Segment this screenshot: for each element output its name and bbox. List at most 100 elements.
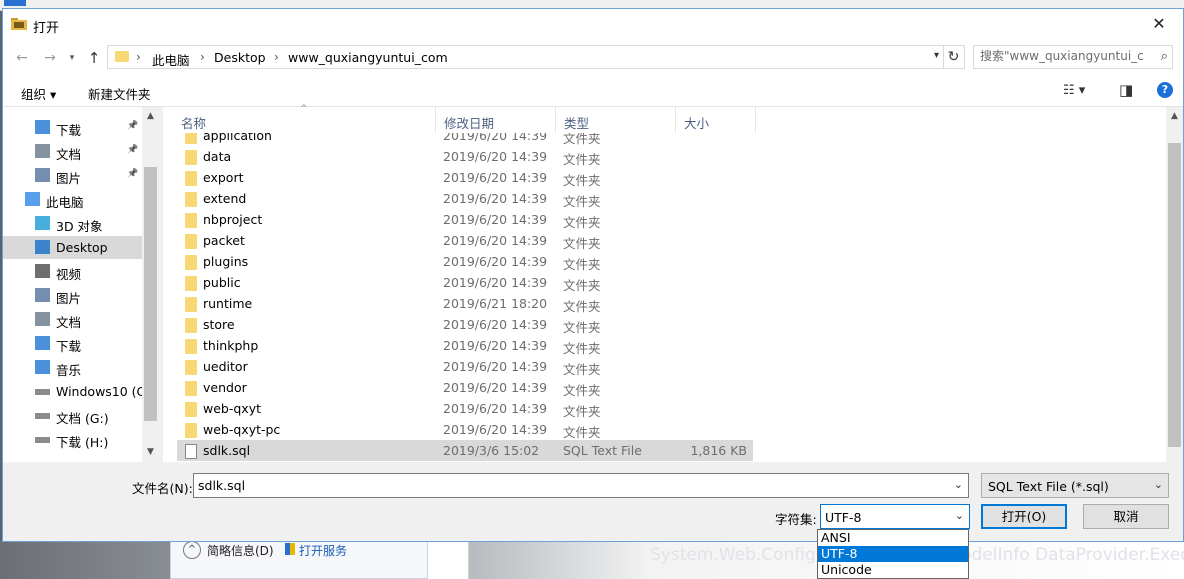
sidebar-item[interactable]: 下载 📌 bbox=[3, 116, 143, 139]
cell-date: 2019/6/20 14:39 bbox=[443, 170, 548, 185]
scroll-down-icon[interactable]: ▼ bbox=[142, 447, 159, 457]
sidebar-item[interactable]: 文档 📌 bbox=[3, 140, 143, 163]
recent-locations-chevron-icon[interactable]: ▾ bbox=[63, 49, 81, 67]
open-file-dialog: 打开 ✕ ← → ▾ ↑ › 此电脑 › Desktop › www_quxia… bbox=[2, 8, 1184, 542]
breadcrumb-this-pc[interactable]: 此电脑 bbox=[152, 50, 190, 69]
preview-pane-icon[interactable]: ◨ bbox=[1119, 81, 1133, 99]
summary-info-link[interactable]: 简略信息(D) bbox=[207, 542, 274, 559]
organize-button[interactable]: 组织 ▾ bbox=[21, 84, 56, 103]
back-arrow-icon[interactable]: ← bbox=[13, 49, 31, 67]
breadcrumb-current-folder[interactable]: www_quxiangyuntui_com bbox=[288, 50, 448, 65]
cell-date: 2019/6/20 14:39 bbox=[443, 133, 548, 143]
table-row[interactable]: extend 2019/6/20 14:39 文件夹 bbox=[177, 188, 753, 209]
background-tab bbox=[4, 0, 26, 6]
filetype-select[interactable]: SQL Text File (*.sql) ⌄ bbox=[981, 473, 1169, 498]
table-row[interactable]: packet 2019/6/20 14:39 文件夹 bbox=[177, 230, 753, 251]
sidebar-item[interactable]: Desktop bbox=[3, 236, 143, 259]
file-list-pane: ^ 名称 修改日期 类型 大小 application 2019/6/20 14:… bbox=[163, 104, 1183, 462]
charset-option[interactable]: ANSI bbox=[818, 530, 968, 546]
filename-input[interactable] bbox=[198, 478, 938, 493]
forward-arrow-icon[interactable]: → bbox=[41, 49, 59, 67]
table-row[interactable]: data 2019/6/20 14:39 文件夹 bbox=[177, 146, 753, 167]
column-header-name[interactable]: 名称 bbox=[173, 107, 436, 133]
cell-size: 1,816 KB bbox=[690, 443, 747, 458]
filename-history-chevron-icon[interactable]: ⌄ bbox=[954, 478, 963, 491]
table-row[interactable]: export 2019/6/20 14:39 文件夹 bbox=[177, 167, 753, 188]
charset-select[interactable]: UTF-8 ⌄ bbox=[820, 504, 970, 529]
sql-file-icon bbox=[185, 444, 197, 459]
scroll-thumb[interactable] bbox=[144, 167, 157, 421]
table-row[interactable]: nbproject 2019/6/20 14:39 文件夹 bbox=[177, 209, 753, 230]
new-folder-button[interactable]: 新建文件夹 bbox=[88, 84, 151, 103]
table-row[interactable]: vendor 2019/6/20 14:39 文件夹 bbox=[177, 377, 753, 398]
sidebar-item[interactable]: 3D 对象 bbox=[3, 212, 143, 235]
sidebar-item[interactable]: 图片 📌 bbox=[3, 164, 143, 187]
video-icon bbox=[35, 264, 50, 278]
chevron-down-icon[interactable]: ⌄ bbox=[955, 509, 964, 522]
cell-type: 文件夹 bbox=[563, 278, 601, 293]
charset-label: 字符集: bbox=[775, 512, 817, 527]
refresh-icon[interactable]: ↻ bbox=[943, 45, 965, 69]
cell-name: ueditor bbox=[203, 359, 248, 374]
search-icon[interactable]: ⌕ bbox=[1161, 49, 1168, 64]
close-icon[interactable]: ✕ bbox=[1141, 11, 1177, 37]
cell-date: 2019/6/20 14:39 bbox=[443, 233, 548, 248]
file-list-scrollbar[interactable]: ▲ bbox=[1166, 107, 1183, 462]
sidebar-item[interactable]: Windows10 (C: bbox=[3, 380, 150, 403]
cell-name: web-qxyt-pc bbox=[203, 422, 281, 437]
table-row[interactable]: web-qxyt 2019/6/20 14:39 文件夹 bbox=[177, 398, 753, 419]
table-row[interactable]: ueditor 2019/6/20 14:39 文件夹 bbox=[177, 356, 753, 377]
chevron-down-icon[interactable]: ⌄ bbox=[1154, 478, 1163, 491]
column-header-type[interactable]: 类型 bbox=[556, 107, 676, 133]
table-row[interactable]: plugins 2019/6/20 14:39 文件夹 bbox=[177, 251, 753, 272]
cell-type: 文件夹 bbox=[563, 404, 601, 419]
open-button[interactable]: 打开(O) bbox=[981, 504, 1067, 529]
sidebar-item[interactable]: 文档 bbox=[3, 308, 143, 331]
column-header-size[interactable]: 大小 bbox=[676, 107, 756, 133]
table-row[interactable]: web-qxyt-pc 2019/6/20 14:39 文件夹 bbox=[177, 419, 753, 440]
table-row[interactable]: public 2019/6/20 14:39 文件夹 bbox=[177, 272, 753, 293]
help-icon[interactable]: ? bbox=[1157, 82, 1173, 98]
address-bar[interactable]: › 此电脑 › Desktop › www_quxiangyuntui_com … bbox=[107, 45, 944, 69]
sidebar-item[interactable]: 下载 (H:) bbox=[3, 428, 143, 451]
table-row[interactable]: runtime 2019/6/21 18:20 文件夹 bbox=[177, 293, 753, 314]
charset-option[interactable]: UTF-8 bbox=[818, 546, 968, 562]
sidebar-item-label: 视频 bbox=[56, 267, 82, 282]
table-row[interactable]: store 2019/6/20 14:39 文件夹 bbox=[177, 314, 753, 335]
sidebar-item-label: 文档 bbox=[56, 147, 82, 162]
breadcrumb-separator[interactable]: › bbox=[200, 50, 205, 64]
cell-name: extend bbox=[203, 191, 247, 206]
search-input[interactable] bbox=[980, 49, 1145, 63]
sidebar-item[interactable]: 音乐 bbox=[3, 356, 143, 379]
search-box[interactable]: ⌕ bbox=[973, 45, 1173, 69]
charset-option[interactable]: Unicode bbox=[818, 562, 968, 578]
breadcrumb-separator[interactable]: › bbox=[274, 50, 279, 64]
address-dropdown-icon[interactable]: ▾ bbox=[934, 50, 939, 61]
cell-date: 2019/6/20 14:39 bbox=[443, 359, 548, 374]
scroll-up-icon[interactable]: ▲ bbox=[142, 111, 159, 121]
breadcrumb-separator[interactable]: › bbox=[136, 50, 141, 64]
sidebar-item[interactable]: 视频 bbox=[3, 260, 143, 283]
folder-icon bbox=[185, 423, 197, 438]
open-services-link[interactable]: 打开服务 bbox=[299, 542, 347, 559]
navigation-scrollbar[interactable]: ▲ ▼ bbox=[142, 107, 159, 462]
column-header-date[interactable]: 修改日期 bbox=[436, 107, 556, 133]
up-arrow-icon[interactable]: ↑ bbox=[85, 49, 103, 67]
folder-icon bbox=[185, 339, 197, 354]
view-options-icon[interactable]: ☷ ▾ bbox=[1063, 83, 1085, 98]
cancel-button[interactable]: 取消 bbox=[1083, 504, 1169, 529]
sidebar-item[interactable]: 文档 (G:) bbox=[3, 404, 143, 427]
cell-name: public bbox=[203, 275, 241, 290]
table-row[interactable]: thinkphp 2019/6/20 14:39 文件夹 bbox=[177, 335, 753, 356]
sidebar-item[interactable]: 图片 bbox=[3, 284, 143, 307]
scroll-up-icon[interactable]: ▲ bbox=[1166, 111, 1183, 121]
scroll-thumb[interactable] bbox=[1168, 143, 1181, 447]
filename-field[interactable]: ⌄ bbox=[193, 473, 969, 498]
sidebar-item[interactable]: 下载 bbox=[3, 332, 143, 355]
sidebar-item-label: 文档 (G:) bbox=[56, 411, 109, 426]
sidebar-item[interactable]: 此电脑 bbox=[3, 188, 143, 211]
collapse-chevron-icon[interactable]: ^ bbox=[183, 541, 201, 559]
table-row[interactable]: application 2019/6/20 14:39 文件夹 bbox=[177, 133, 753, 146]
table-row[interactable]: sdlk.sql 2019/3/6 15:02 SQL Text File 1,816… bbox=[177, 440, 753, 461]
breadcrumb-desktop[interactable]: Desktop bbox=[214, 50, 266, 65]
